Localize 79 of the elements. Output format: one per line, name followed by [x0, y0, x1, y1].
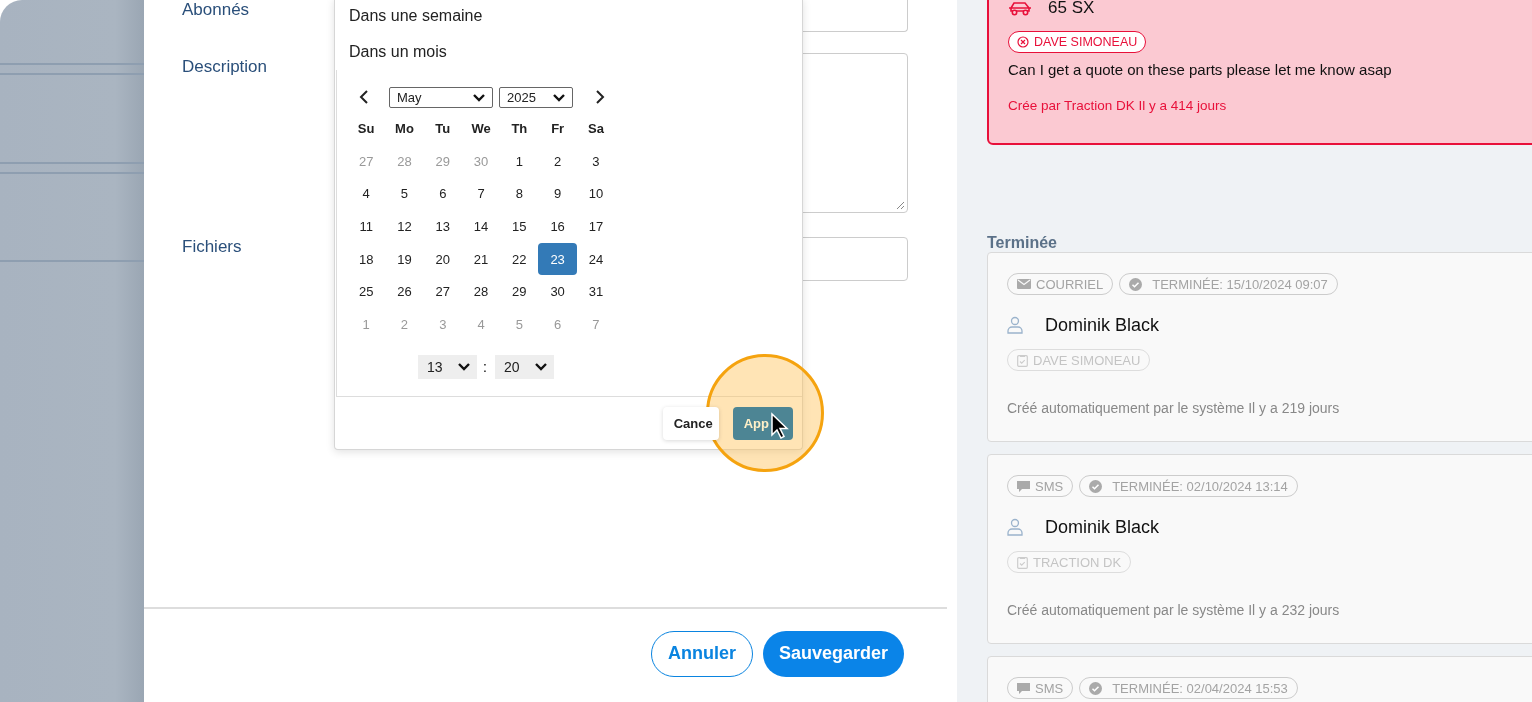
calendar-day[interactable]: 11	[347, 210, 386, 243]
cursor-icon	[770, 412, 790, 440]
check-circle-icon	[1089, 479, 1103, 493]
clipboard-icon	[1017, 555, 1028, 569]
calendar-day[interactable]: 21	[461, 242, 501, 276]
calendar-day[interactable]: 29	[500, 275, 539, 309]
weekday-label: We	[470, 119, 492, 138]
weekday-label: Su	[356, 119, 376, 138]
calendar-day[interactable]: 4	[347, 177, 386, 211]
calendar-day[interactable]: 12	[385, 210, 424, 243]
weekday-label: Th	[510, 119, 529, 138]
field-label: Description	[182, 56, 269, 78]
chevron-down-icon	[457, 362, 472, 372]
calendar-day[interactable]: 19	[385, 242, 424, 276]
calendar-day[interactable]: 1	[500, 144, 539, 178]
minute-select[interactable]: 20	[494, 354, 554, 379]
time-separator: :	[483, 358, 487, 375]
calendar-day[interactable]: 27	[423, 275, 462, 309]
field-label: Fichiers	[182, 237, 243, 258]
calendar-day[interactable]: 7	[461, 177, 501, 211]
hour-select[interactable]: 13	[418, 354, 478, 379]
weekday-label: Tu	[434, 119, 452, 138]
calendar-day[interactable]: 3	[576, 144, 616, 178]
close-circle-icon	[1017, 36, 1029, 48]
assignee-tag: DAVE SIMONEAU	[1008, 31, 1147, 53]
clipboard-icon	[1017, 353, 1028, 367]
chevron-down-icon	[552, 92, 566, 102]
calendar-day[interactable]: 5	[385, 177, 424, 211]
task-message: Can I get a quote on these parts please let me know asap	[1008, 61, 1393, 78]
weekday-label: Fr	[550, 119, 566, 138]
calendar-day[interactable]: 30	[538, 275, 577, 309]
calendar-day[interactable]: 16	[538, 210, 577, 243]
calendar-day[interactable]: 2	[538, 144, 577, 178]
calendar-day[interactable]: 17	[576, 210, 616, 243]
section-heading: Terminée	[987, 234, 1058, 252]
calendar-day[interactable]: 13	[423, 210, 462, 243]
vehicle-name: 65 SX	[1048, 0, 1095, 18]
calendar-day[interactable]: 20	[423, 242, 462, 276]
calendar-day[interactable]: 31	[576, 275, 616, 309]
preset-option[interactable]: Dans un mois	[335, 34, 802, 70]
calendar-day[interactable]: 23	[538, 242, 577, 276]
person-icon	[1007, 518, 1023, 536]
task-meta: Crée par Traction DK Il y a 414 jours	[1008, 98, 1228, 113]
resize-grip-icon[interactable]	[896, 201, 905, 210]
envelope-icon	[1017, 279, 1031, 289]
weekday-label: Mo	[394, 119, 415, 138]
calendar-day[interactable]: 25	[347, 275, 386, 309]
weekday-label: Sa	[586, 119, 605, 138]
chat-icon	[1017, 479, 1030, 493]
person-icon	[1007, 316, 1023, 334]
calendar-day[interactable]: 18	[347, 242, 386, 276]
calendar-day[interactable]: 22	[500, 242, 539, 276]
task-meta: Créé automatiquement par le système Il y a 219 jours	[1007, 400, 1341, 416]
previous-month-icon[interactable]	[359, 89, 369, 105]
cancel-button[interactable]: Annuler	[650, 630, 753, 677]
contact-name: Dominik Black	[1045, 314, 1160, 336]
calendar-day[interactable]: 14	[461, 210, 501, 243]
calendar-day[interactable]: 9	[538, 177, 577, 211]
calendar-day[interactable]: 8	[500, 177, 539, 211]
calendar-day[interactable]: 24	[576, 242, 616, 276]
save-button[interactable]: Sauvegarder	[762, 630, 904, 677]
field-label: Abonnés	[182, 0, 251, 21]
year-select[interactable]: 2025	[499, 86, 573, 108]
calendar-day[interactable]: 15	[500, 210, 539, 243]
month-select[interactable]: May	[389, 86, 493, 108]
calendar-day[interactable]: 10	[576, 177, 616, 211]
calendar-day[interactable]: 6	[423, 177, 462, 211]
cancel-button[interactable]: Cance	[662, 406, 719, 440]
preset-option[interactable]: Dans une semaine	[335, 0, 802, 34]
chevron-down-icon	[533, 362, 548, 372]
chat-icon	[1017, 681, 1030, 695]
check-circle-icon	[1089, 681, 1103, 695]
calendar-day[interactable]: 28	[461, 275, 501, 309]
contact-name: Dominik Black	[1045, 516, 1160, 538]
next-month-icon[interactable]	[595, 89, 605, 105]
check-circle-icon	[1129, 277, 1143, 291]
task-meta: Créé automatiquement par le système Il y a 232 jours	[1007, 602, 1341, 618]
chevron-down-icon	[472, 92, 486, 102]
calendar-day[interactable]: 26	[385, 275, 424, 309]
